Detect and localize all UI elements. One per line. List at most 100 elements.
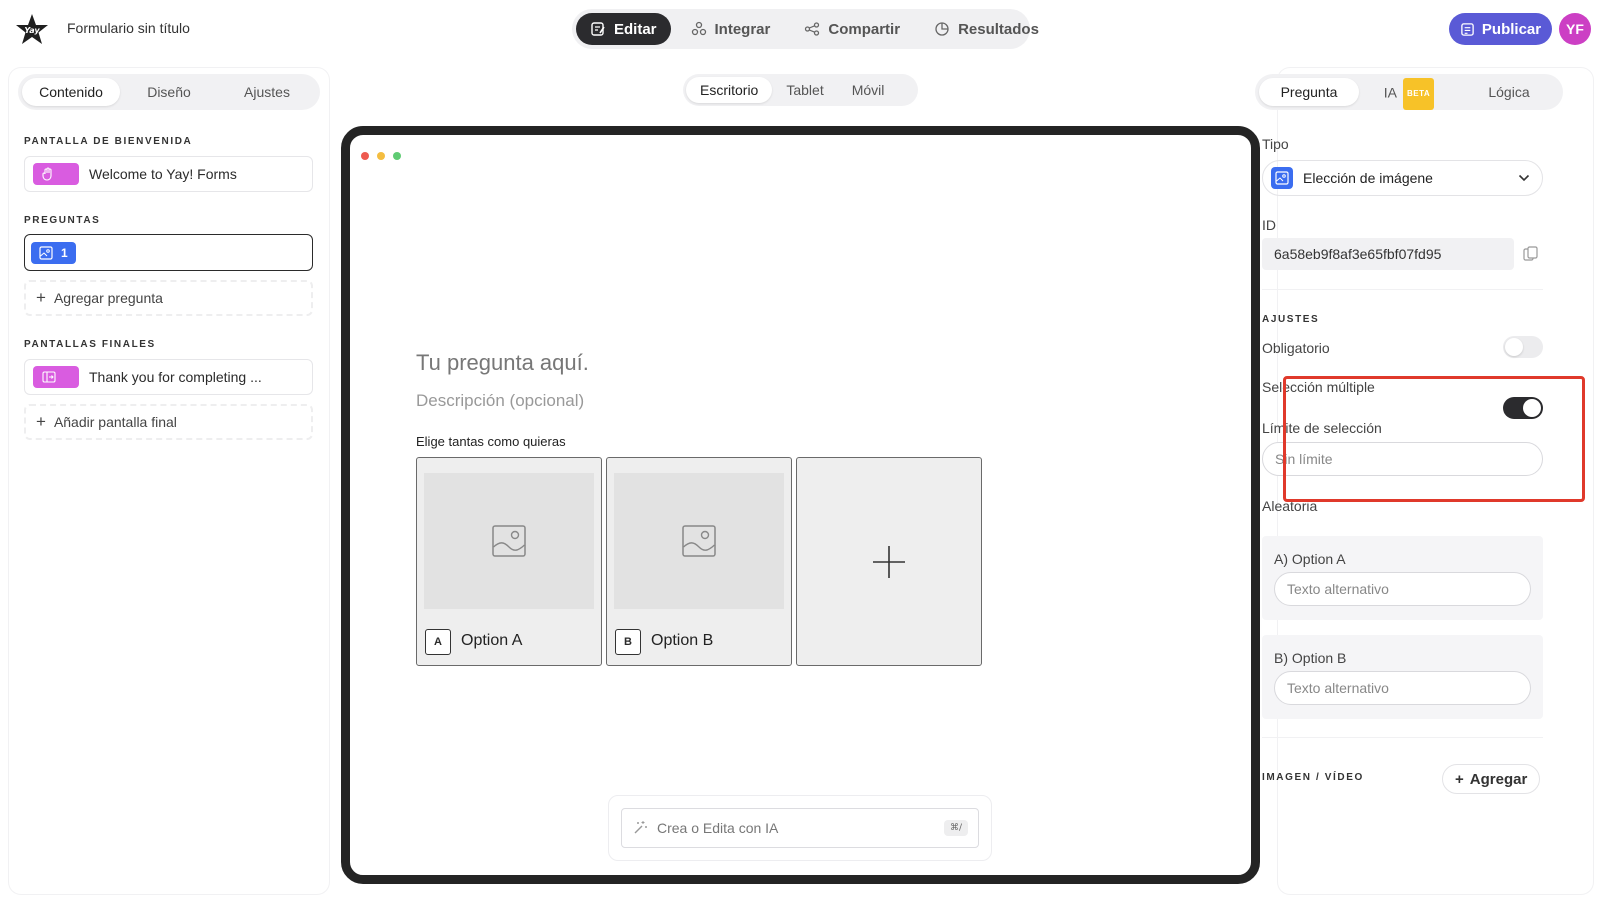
exit-icon [42,371,56,383]
divider [1262,289,1543,290]
image-icon [682,525,716,557]
image-choice-icon [1271,167,1293,189]
integrate-icon [691,21,706,36]
plus-icon: + [36,288,46,307]
tab-ajustes[interactable]: Ajustes [218,78,316,106]
add-ending-button[interactable]: + Añadir pantalla final [24,404,313,440]
endings-heading: PANTALLAS FINALES [24,339,156,350]
ending-item-label: Thank you for completing ... [89,369,262,385]
tab-tablet[interactable]: Tablet [772,77,837,103]
ai-prompt-input[interactable]: Crea o Edita con IA ⌘/ [621,808,979,848]
selection-hint: Elige tantas como quieras [416,434,566,449]
add-question-label: Agregar pregunta [53,290,163,306]
question-description[interactable]: Descripción (opcional) [416,391,584,411]
publish-icon [1461,22,1474,36]
questions-heading: PREGUNTAS [24,215,101,226]
tab-movil[interactable]: Móvil [838,77,899,103]
image-placeholder [614,473,784,609]
welcome-badge [33,163,79,185]
id-field[interactable]: 6a58eb9f8af3e65fbf07fd95 [1262,238,1514,270]
image-option-a[interactable]: A Option A [416,457,602,666]
question-badge: 1 [31,241,76,264]
chevron-down-icon [1518,174,1530,182]
share-icon [805,22,820,36]
option-label[interactable]: Option A [461,632,522,650]
tab-logica[interactable]: Lógica [1459,78,1559,106]
alt-text-card-b: B) Option B Texto alternativo [1262,635,1543,719]
window-dot-green [393,152,401,160]
question-number: 1 [61,245,68,260]
right-tabs: Pregunta IA BETA Lógica [1255,74,1563,110]
question-item-1[interactable]: 1 [24,234,313,271]
welcome-heading: PANTALLA DE BIENVENIDA [24,136,193,147]
tab-ia[interactable]: IA BETA [1359,78,1459,110]
ending-screen-item[interactable]: Thank you for completing ... [24,359,313,395]
content-sidebar: Contenido Diseño Ajustes PANTALLA DE BIE… [9,68,329,894]
publish-button[interactable]: Publicar [1449,13,1552,45]
window-dot-red [361,152,369,160]
tab-pregunta[interactable]: Pregunta [1259,78,1359,106]
option-key: A [425,629,451,655]
window-dot-yellow [377,152,385,160]
tab-compartir-label: Compartir [828,20,901,38]
left-tabs: Contenido Diseño Ajustes [18,74,320,110]
device-tabs: Escritorio Tablet Móvil [683,74,918,106]
welcome-item-label: Welcome to Yay! Forms [89,166,237,182]
shortcut-badge: ⌘/ [943,820,968,836]
tab-resultados[interactable]: Resultados [920,13,1053,45]
tab-integrar-label: Integrar [714,20,771,38]
add-media-label: Agregar [1469,770,1528,788]
type-value: Elección de imágene [1303,170,1433,186]
divider [1262,737,1543,738]
preview-frame: Tu pregunta aquí. Descripción (opcional)… [341,126,1260,884]
tab-escritorio[interactable]: Escritorio [686,77,773,103]
image-icon [492,525,526,557]
add-option-button[interactable] [796,457,982,666]
plus-icon [873,545,905,578]
edit-icon [591,22,605,36]
type-select[interactable]: Elección de imágene [1262,160,1543,196]
results-icon [935,22,949,36]
alt-card-label: B) Option B [1274,650,1347,666]
tab-diseno[interactable]: Diseño [120,78,218,106]
highlight-box [1283,376,1585,502]
image-option-b[interactable]: B Option B [606,457,792,666]
ai-placeholder: Crea o Edita con IA [657,820,779,836]
option-label[interactable]: Option B [651,632,713,650]
type-label: Tipo [1262,136,1289,152]
avatar[interactable]: YF [1559,13,1591,45]
media-heading: IMAGEN / VÍDEO [1262,772,1364,783]
settings-heading: AJUSTES [1262,314,1320,325]
tab-ia-label: IA [1383,84,1398,101]
ai-prompt-container: Crea o Edita con IA ⌘/ [608,795,992,861]
image-choice-icon [39,245,53,260]
copy-icon[interactable] [1523,246,1538,265]
required-label: Obligatorio [1262,340,1330,356]
welcome-screen-item[interactable]: Welcome to Yay! Forms [24,156,313,192]
add-ending-label: Añadir pantalla final [53,414,177,430]
beta-badge: BETA [1403,78,1435,110]
form-title[interactable]: Formulario sin título [67,20,190,36]
top-navigation: Editar Integrar Compartir Resultados [572,9,1039,49]
required-toggle[interactable] [1503,336,1543,358]
option-key: B [615,629,641,655]
add-media-button[interactable]: + Agregar [1442,764,1541,794]
alt-text-input[interactable]: Texto alternativo [1274,671,1531,705]
tab-compartir[interactable]: Compartir [790,13,914,45]
tab-editar[interactable]: Editar [576,13,671,45]
alt-card-label: A) Option A [1274,551,1346,567]
publish-label: Publicar [1481,20,1542,38]
hand-icon [42,167,52,181]
id-label: ID [1262,217,1276,233]
magic-wand-icon [634,821,647,834]
tab-editar-label: Editar [614,20,657,38]
svg-text:Yay: Yay [24,26,40,35]
tab-resultados-label: Resultados [958,20,1039,38]
alt-text-input[interactable]: Texto alternativo [1274,572,1531,606]
plus-icon: + [1455,770,1464,788]
question-title[interactable]: Tu pregunta aquí. [416,350,589,376]
tab-contenido[interactable]: Contenido [22,78,120,106]
add-question-button[interactable]: + Agregar pregunta [24,280,313,316]
tab-integrar[interactable]: Integrar [677,13,785,45]
yay-forms-logo[interactable]: Yay [14,12,50,48]
